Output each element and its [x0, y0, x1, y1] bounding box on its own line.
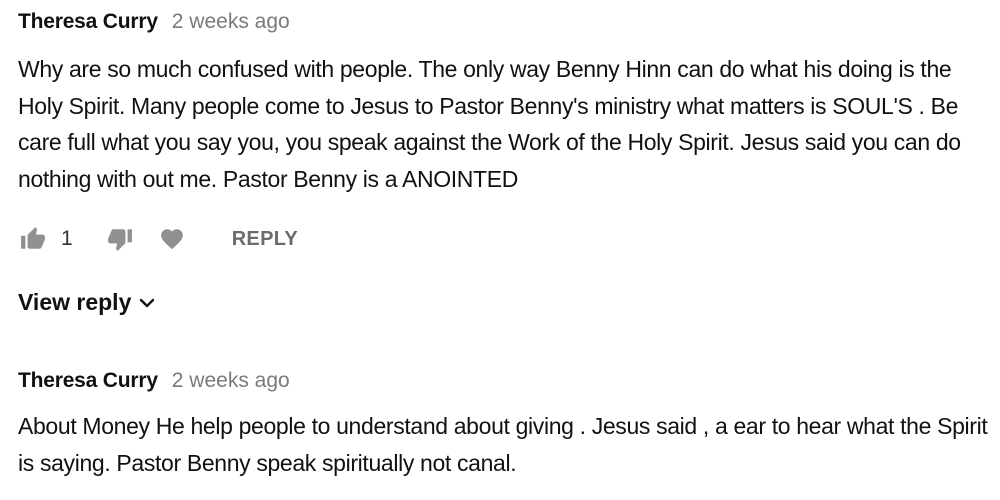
thumbs-up-icon	[21, 227, 45, 249]
like-count: 1	[61, 227, 73, 250]
chevron-down-icon	[139, 297, 155, 309]
comment-author[interactable]: Theresa Curry	[18, 10, 158, 34]
comment-timestamp[interactable]: 2 weeks ago	[172, 10, 290, 34]
view-reply-button[interactable]: View reply	[18, 289, 155, 316]
thumbs-down-icon	[107, 229, 132, 251]
dislike-button[interactable]	[105, 224, 135, 254]
heart-button[interactable]	[157, 224, 187, 254]
like-button[interactable]	[18, 224, 48, 254]
comment-timestamp[interactable]: 2 weeks ago	[172, 369, 290, 393]
comment-text: Why are so much confused with people. Th…	[18, 56, 961, 192]
comment: Theresa Curry 2 weeks ago About Money He…	[18, 369, 988, 481]
view-reply-label: View reply	[18, 289, 132, 315]
heart-icon	[160, 229, 183, 250]
comment-author[interactable]: Theresa Curry	[18, 369, 158, 393]
comment-text: About Money He help people to understand…	[18, 413, 988, 476]
comment: Theresa Curry 2 weeks ago Why are so muc…	[18, 10, 988, 197]
comment-header: Theresa Curry 2 weeks ago	[18, 369, 988, 403]
comment-actions: 1 REPLY	[18, 222, 298, 256]
reply-button[interactable]: REPLY	[232, 228, 298, 251]
comment-header: Theresa Curry 2 weeks ago	[18, 10, 988, 44]
